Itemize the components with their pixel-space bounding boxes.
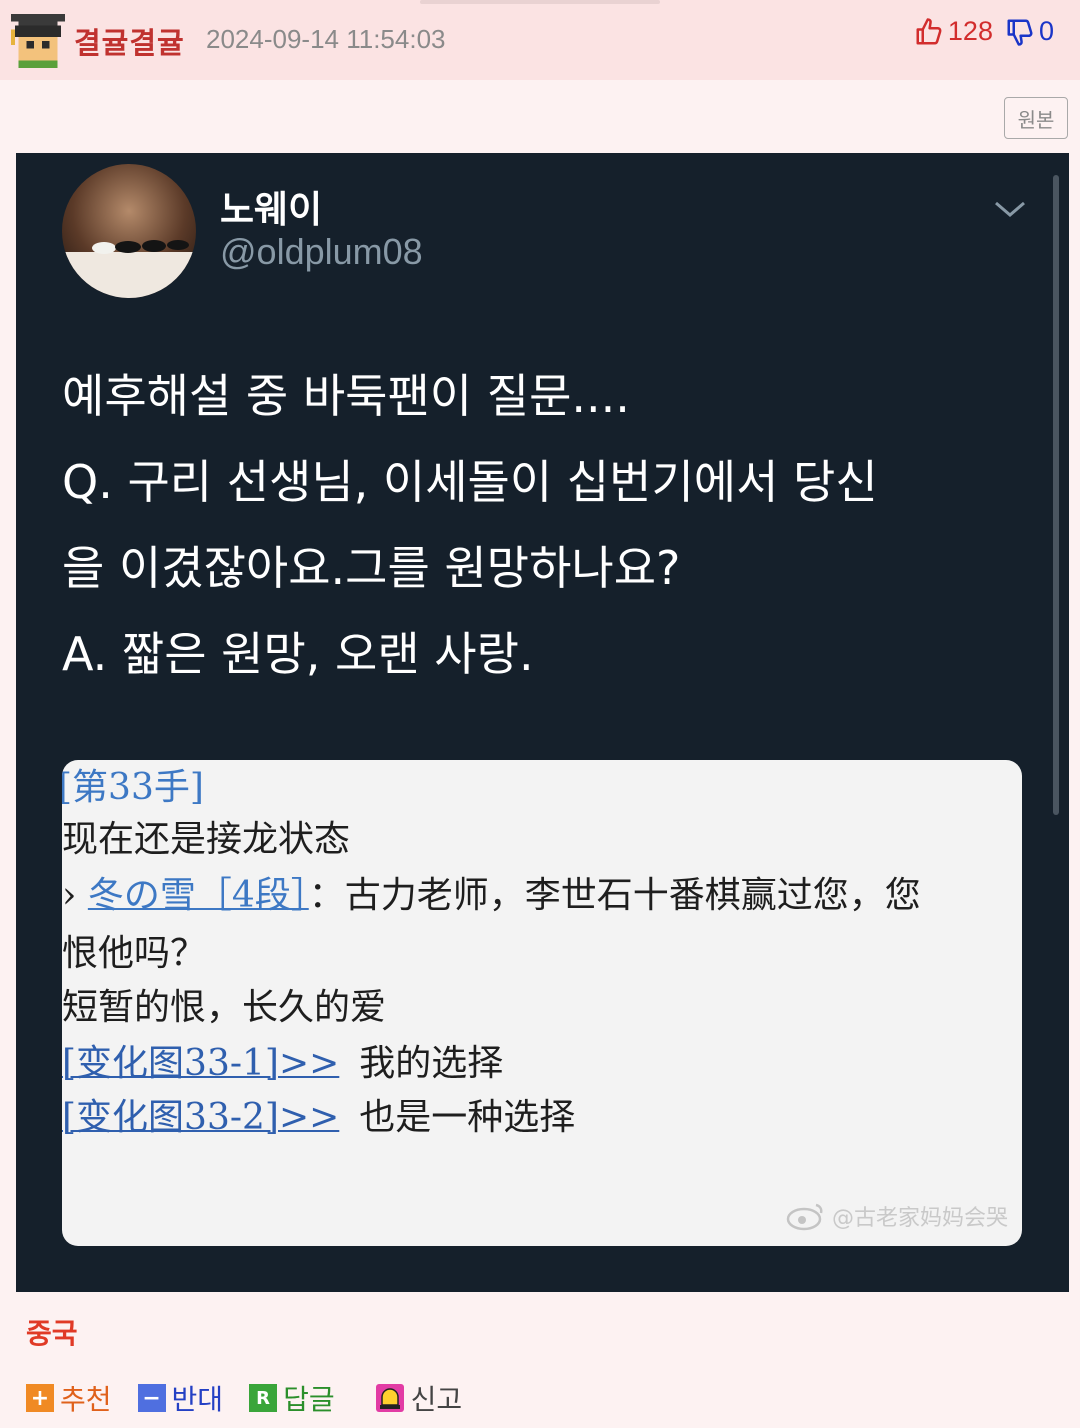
author-avatar[interactable] bbox=[10, 14, 66, 68]
thumbs-down-icon[interactable] bbox=[1005, 17, 1035, 47]
drag-handle[interactable] bbox=[420, 0, 660, 4]
thumbs-up-icon[interactable] bbox=[914, 17, 944, 47]
reply-label: 답글 bbox=[283, 1383, 335, 1416]
siren-icon bbox=[375, 1384, 404, 1412]
recommend-label: 추천 bbox=[60, 1383, 112, 1416]
tweet-line: Q. 구리 선생님, 이세돌이 십번기에서 당신 bbox=[62, 455, 878, 509]
asker-link: 冬の雪［4段］ bbox=[87, 875, 309, 916]
question-cont: 恨他吗？ bbox=[62, 933, 207, 974]
weibo-icon bbox=[786, 1203, 823, 1231]
tweet-handle: @oldplum08 bbox=[220, 231, 423, 272]
post-timestamp: 2024-09-14 11:54:03 bbox=[206, 24, 446, 54]
vote-counter: 128 0 bbox=[914, 16, 1054, 47]
embedded-screenshot: [第33手] 现在还是接龙状态 › 冬の雪［4段］：古力老师，李世石十番棋赢过您… bbox=[62, 760, 1022, 1246]
chevron-down-icon bbox=[995, 201, 1025, 217]
question-text: ：古力老师，李世石十番棋赢过您，您 bbox=[308, 875, 921, 916]
variation-line: [变化图33-1]>> 我的选择 bbox=[62, 1034, 503, 1086]
weibo-watermark: @古老家妈妈会哭 bbox=[786, 1200, 1008, 1232]
variation-link: [变化图33-1]>> bbox=[62, 1043, 340, 1084]
upvote-count: 128 bbox=[947, 16, 993, 46]
turn-label: [第33手] bbox=[62, 767, 204, 808]
variation-text: 我的选择 bbox=[359, 1043, 504, 1084]
tweet-line: 예후해설 중 바둑팬이 질문.... bbox=[62, 369, 630, 423]
tweet-text: 예후해설 중 바둑팬이 질문.... Q. 구리 선생님, 이세돌이 십번기에서… bbox=[62, 353, 1032, 697]
oppose-label: 반대 bbox=[171, 1383, 224, 1416]
variation-line: [变化图33-2]>> 也是一种选择 bbox=[62, 1088, 575, 1140]
plus-icon: + bbox=[26, 1384, 54, 1412]
downvote-count: 0 bbox=[1038, 16, 1054, 46]
variation-link: [变化图33-2]>> bbox=[62, 1097, 340, 1138]
answer-line: 短暂的恨，长久的爱 bbox=[62, 987, 387, 1028]
tweet-image: 노웨이 @oldplum08 예후해설 중 바둑팬이 질문.... Q. 구리 … bbox=[16, 153, 1069, 1292]
oppose-button[interactable]: − 반대 bbox=[137, 1378, 224, 1418]
post-header: 결귤결귤 2024-09-14 11:54:03 128 0 bbox=[0, 0, 1080, 80]
question-line: › 冬の雪［4段］：古力老师，李世石十番棋赢过您，您 bbox=[62, 866, 921, 918]
report-label: 신고 bbox=[410, 1383, 463, 1416]
tweet-display-name: 노웨이 bbox=[220, 188, 323, 231]
tweet-line: 을 이겼잖아요.그를 원망하나요? bbox=[62, 541, 681, 595]
original-image-button[interactable]: 원본 bbox=[1004, 97, 1068, 139]
tweet-scrollbar bbox=[1053, 175, 1059, 815]
author-name[interactable]: 결귤결귤 bbox=[74, 20, 185, 62]
report-button[interactable]: 신고 bbox=[375, 1378, 463, 1418]
status-line: 现在还是接龙状态 bbox=[62, 819, 351, 860]
tweet-line: A. 짧은 원망, 오랜 사랑. bbox=[62, 627, 534, 681]
variation-text: 也是一种选择 bbox=[359, 1097, 576, 1138]
reply-r-icon: R bbox=[249, 1384, 278, 1412]
asker-prefix: › bbox=[62, 875, 88, 916]
recommend-button[interactable]: + 추천 bbox=[26, 1378, 112, 1418]
category-label[interactable]: 중국 bbox=[26, 1312, 78, 1352]
post-actions: + 추천 − 반대 R 답글 신고 bbox=[26, 1378, 462, 1418]
reply-button[interactable]: R 답글 bbox=[249, 1378, 335, 1418]
minus-icon: − bbox=[137, 1384, 166, 1412]
tweet-avatar bbox=[62, 164, 196, 298]
watermark-text: @古老家妈妈会哭 bbox=[831, 1206, 1008, 1231]
